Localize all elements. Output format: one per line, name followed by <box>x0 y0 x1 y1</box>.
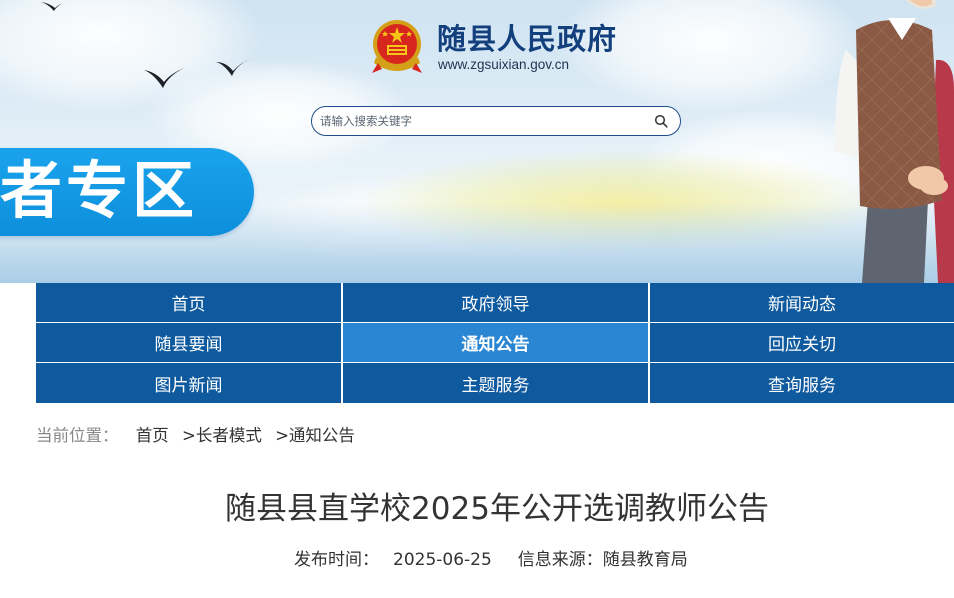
bird-icon <box>216 58 252 76</box>
breadcrumb-notices-link[interactable]: 通知公告 <box>289 426 355 445</box>
search-icon[interactable] <box>654 114 668 128</box>
header-banner: 随县人民政府 www.zgsuixian.gov.cn 者专区 <box>0 0 954 283</box>
article-title: 随县县直学校2025年公开选调教师公告 <box>225 491 769 527</box>
nav-item-leadership[interactable]: 政府领导 <box>343 283 650 323</box>
nav-item-photo-news[interactable]: 图片新闻 <box>36 363 343 404</box>
breadcrumb-separator: > <box>182 426 196 445</box>
breadcrumb-elderly-mode-link[interactable]: 长者模式 <box>196 426 262 445</box>
zone-tag-text: 者专区 <box>0 154 199 227</box>
breadcrumb-separator: > <box>275 426 289 445</box>
breadcrumb: 当前位置： 首页 >长者模式 >通知公告 <box>36 422 355 446</box>
nav-item-home[interactable]: 首页 <box>36 283 343 323</box>
source-label: 信息来源： <box>517 550 603 570</box>
elderly-zone-tag: 者专区 <box>0 148 254 236</box>
main-nav: 首页 政府领导 新闻动态 随县要闻 通知公告 回应关切 图片新闻 主题服务 查询… <box>36 283 954 404</box>
publish-time-label: 发布时间： <box>294 550 379 570</box>
breadcrumb-home-link[interactable]: 首页 <box>136 426 169 445</box>
elderly-couple-illustration <box>834 0 954 283</box>
bird-icon <box>144 68 184 88</box>
site-url[interactable]: www.zgsuixian.gov.cn <box>438 57 569 72</box>
site-title: 随县人民政府 <box>437 22 618 56</box>
source-value: 随县教育局 <box>602 550 688 570</box>
nav-item-news[interactable]: 新闻动态 <box>650 283 954 323</box>
nav-item-topic-services[interactable]: 主题服务 <box>343 363 650 404</box>
nav-item-notices[interactable]: 通知公告 <box>343 323 650 363</box>
search-box <box>311 106 681 136</box>
national-emblem-icon <box>372 20 422 73</box>
breadcrumb-label: 当前位置： <box>36 426 119 445</box>
nav-item-county-news[interactable]: 随县要闻 <box>36 323 343 363</box>
search-input[interactable] <box>320 112 640 130</box>
article-meta: 发布时间： 2025-06-25 信息来源：随县教育局 <box>294 545 688 570</box>
nav-item-responses[interactable]: 回应关切 <box>650 323 954 363</box>
bird-icon <box>41 1 69 11</box>
nav-item-query-services[interactable]: 查询服务 <box>650 363 954 404</box>
publish-date: 2025-06-25 <box>393 550 492 570</box>
